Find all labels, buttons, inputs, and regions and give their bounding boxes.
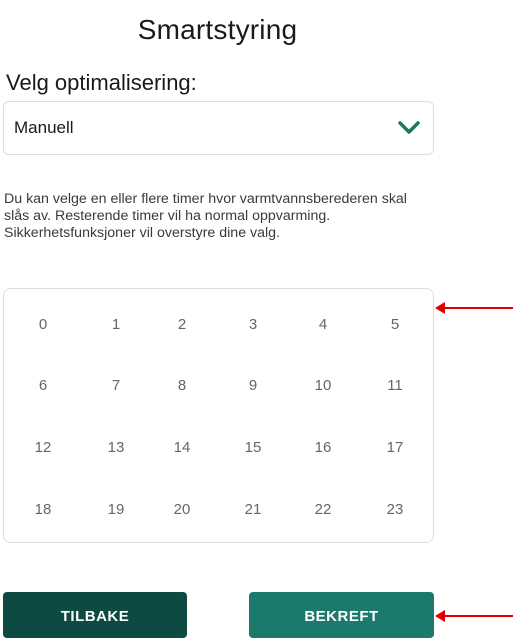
hour-cell[interactable]: 0 [18, 304, 68, 344]
hour-cell[interactable]: 20 [157, 489, 207, 529]
hour-cell[interactable]: 22 [298, 489, 348, 529]
optimization-select[interactable]: Manuell [3, 101, 434, 155]
hour-cell[interactable]: 16 [298, 427, 348, 467]
page-title: Smartstyring [137, 14, 298, 45]
hour-cell[interactable]: 11 [370, 365, 420, 405]
hour-cell[interactable]: 15 [228, 427, 278, 467]
hours-grid: 0 1 2 3 4 5 6 7 8 9 10 11 12 13 14 15 16 17 18 19 20 21 22 23 [3, 288, 434, 543]
hour-cell[interactable]: 19 [91, 489, 141, 529]
annotation-arrow-confirm [435, 610, 513, 622]
hour-cell[interactable]: 21 [228, 489, 278, 529]
hour-cell[interactable]: 5 [370, 304, 420, 344]
hour-cell[interactable]: 3 [228, 304, 278, 344]
hour-cell[interactable]: 7 [91, 365, 141, 405]
hour-cell[interactable]: 14 [157, 427, 207, 467]
hour-cell[interactable]: 8 [157, 365, 207, 405]
hour-cell[interactable]: 4 [298, 304, 348, 344]
hour-cell[interactable]: 9 [228, 365, 278, 405]
hour-cell[interactable]: 1 [91, 304, 141, 344]
chevron-down-icon [398, 121, 420, 135]
hour-cell[interactable]: 17 [370, 427, 420, 467]
optimization-selected-value: Manuell [14, 118, 74, 137]
hour-cell[interactable]: 18 [18, 489, 68, 529]
hour-cell[interactable]: 6 [18, 365, 68, 405]
confirm-button[interactable]: BEKREFT [249, 592, 434, 638]
hour-cell[interactable]: 23 [370, 489, 420, 529]
hour-cell[interactable]: 10 [298, 365, 348, 405]
optimization-label: Velg optimalisering: [6, 70, 197, 95]
back-button[interactable]: TILBAKE [3, 592, 187, 638]
description-text: Du kan velge en eller flere timer hvor v… [4, 191, 407, 241]
hour-cell[interactable]: 12 [18, 427, 68, 467]
hour-cell[interactable]: 13 [91, 427, 141, 467]
annotation-arrow-grid [435, 302, 513, 314]
hour-cell[interactable]: 2 [157, 304, 207, 344]
